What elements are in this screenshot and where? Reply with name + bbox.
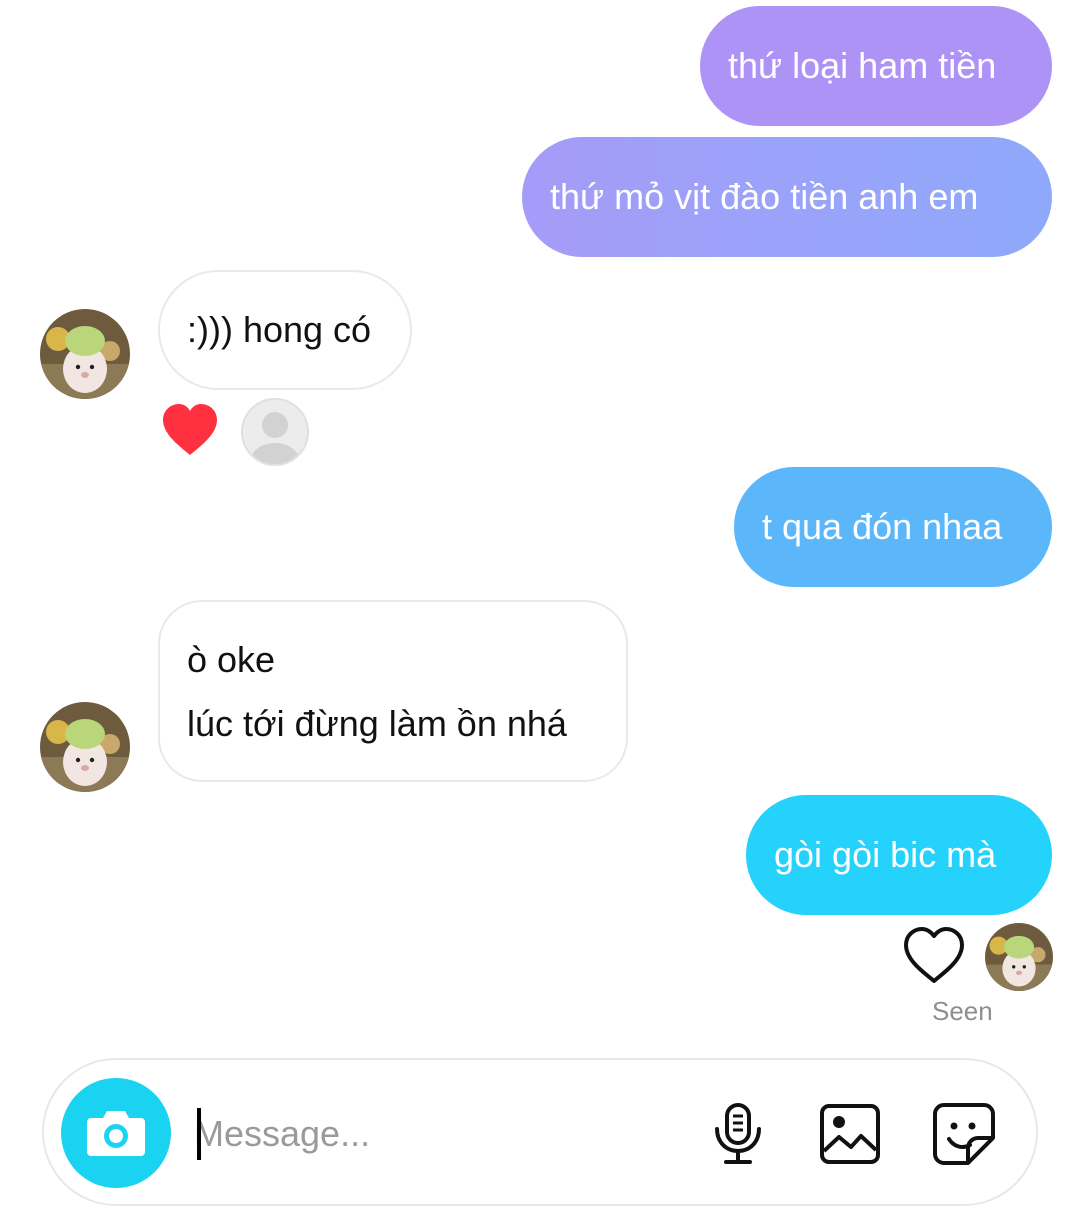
message-text: gòi gòi bic mà [774,834,997,875]
heart-outline-icon [904,927,964,983]
outgoing-message[interactable]: thứ mỏ vịt đào tiền anh em [522,137,1052,257]
seen-avatar [985,923,1053,991]
contact-avatar[interactable] [40,702,130,792]
reactor-avatar-placeholder-icon [241,398,309,466]
message-text: :))) hong có [187,309,372,350]
incoming-message[interactable]: :))) hong có [158,270,412,390]
message-text: t qua đón nhaa [762,506,1003,547]
sticker-icon [933,1103,995,1165]
message-text: thứ mỏ vịt đào tiền anh em [550,176,979,217]
contact-avatar[interactable] [40,309,130,399]
sticker-button[interactable] [930,1100,998,1168]
camera-icon [87,1111,145,1156]
gallery-button[interactable] [816,1100,884,1168]
camera-button[interactable] [61,1078,171,1188]
text-caret [197,1108,201,1160]
outgoing-message[interactable]: thứ loại ham tiền [700,6,1052,126]
outgoing-message[interactable]: gòi gòi bic mà [746,795,1052,915]
message-text: thứ loại ham tiền [728,45,997,86]
incoming-message[interactable]: ò oke lúc tới đừng làm ồn nhá [158,600,628,782]
outgoing-message[interactable]: t qua đón nhaa [734,467,1052,587]
image-icon [820,1104,880,1164]
heart-icon [163,404,217,455]
message-text-line: lúc tới đừng làm ồn nhá [187,703,567,744]
message-composer [42,1058,1038,1206]
like-button[interactable] [902,926,966,986]
microphone-button[interactable] [704,1100,772,1168]
reaction-heart-icon[interactable] [160,402,220,458]
microphone-icon [715,1103,761,1164]
seen-status: Seen [932,996,993,1026]
message-text-line: ò oke [187,639,276,680]
message-input[interactable] [194,1104,674,1164]
